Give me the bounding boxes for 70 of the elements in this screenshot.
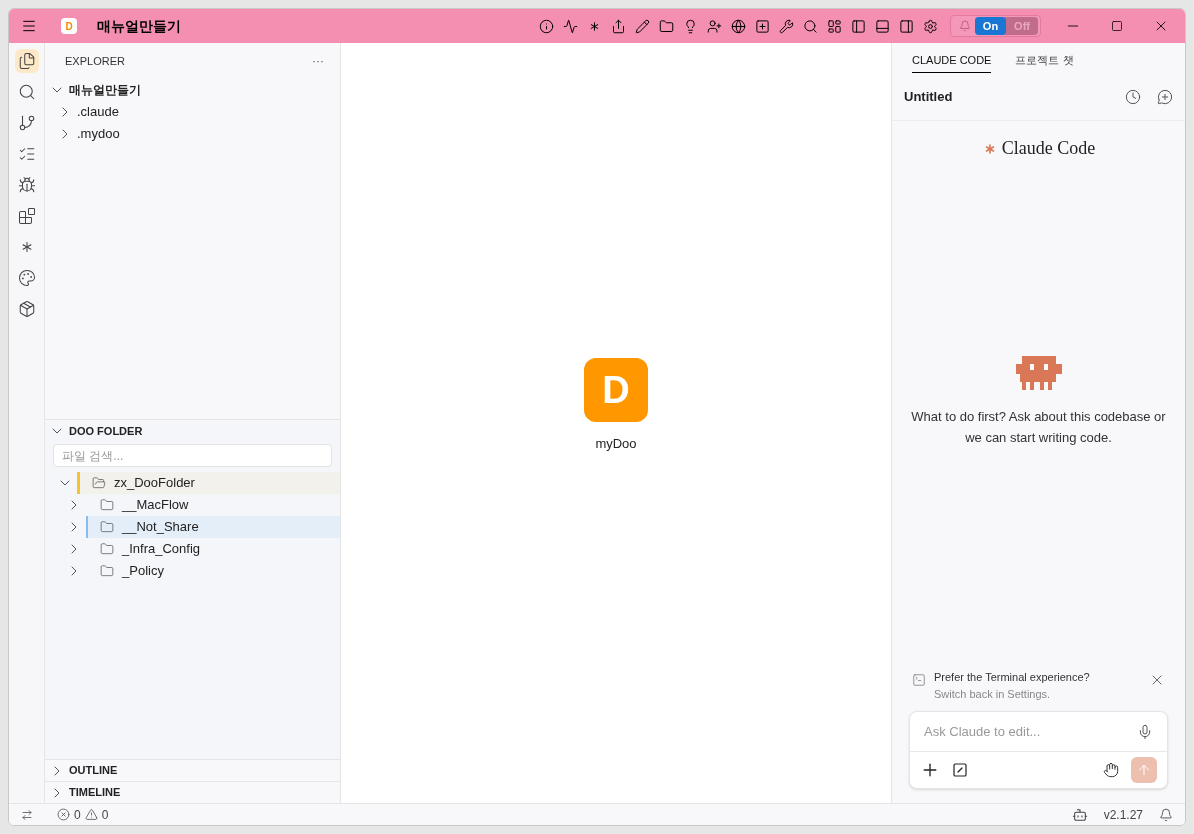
- activity-bar-item[interactable]: [14, 49, 39, 73]
- settings-link[interactable]: Switch back in Settings.: [934, 688, 1051, 700]
- tree-item[interactable]: 매뉴얼만들기: [45, 79, 340, 101]
- toggle-option[interactable]: On: [974, 17, 1007, 35]
- folder-icon: [100, 498, 114, 512]
- palette-icon: [17, 269, 36, 287]
- folder-icon: [100, 542, 114, 556]
- tree-item[interactable]: __MacFlow: [45, 494, 340, 516]
- warning-count[interactable]: 0: [101, 805, 109, 824]
- version-label[interactable]: v2.1.27: [1103, 805, 1143, 824]
- pencil-icon[interactable]: [634, 18, 650, 34]
- share-icon[interactable]: [610, 18, 626, 34]
- search-field[interactable]: 파일 검색...: [53, 444, 332, 467]
- debug-icon: [17, 176, 36, 194]
- more-actions[interactable]: ···: [312, 53, 324, 69]
- section-header[interactable]: DOO FOLDER: [45, 420, 340, 442]
- hand-icon[interactable]: [1103, 762, 1119, 778]
- terminal-icon: [912, 673, 926, 687]
- prompt-field[interactable]: Ask Claude to edit...: [924, 721, 1137, 742]
- folder-icon: [92, 476, 106, 490]
- new-chat-icon[interactable]: [1157, 88, 1173, 105]
- layout-icon[interactable]: [826, 18, 842, 34]
- folder-icon: [100, 520, 114, 534]
- microphone-icon[interactable]: [1137, 723, 1153, 740]
- error-count[interactable]: 0: [74, 805, 81, 824]
- error-icon[interactable]: [57, 808, 70, 821]
- app-name: myDoo: [595, 435, 637, 454]
- tree-item[interactable]: .claude: [45, 101, 340, 123]
- checklist-icon: [17, 145, 36, 163]
- slash-command-icon[interactable]: [952, 762, 968, 778]
- panel-tab[interactable]: 프로젝트 챗: [1015, 51, 1074, 73]
- settings-icon[interactable]: [922, 18, 938, 34]
- menu-icon[interactable]: [21, 18, 37, 34]
- brand-name: Claude Code: [1001, 137, 1096, 160]
- info-icon[interactable]: [538, 18, 554, 34]
- search-icon[interactable]: [802, 18, 818, 34]
- window-title: 매뉴얼만들기: [97, 17, 181, 36]
- panel-tab[interactable]: CLAUDE CODE: [912, 51, 992, 73]
- files-icon: [17, 52, 36, 70]
- app-logo: D: [584, 358, 648, 423]
- new-window-icon[interactable]: [754, 18, 770, 34]
- user-add-icon[interactable]: [706, 18, 722, 34]
- remote-icon[interactable]: [21, 808, 33, 821]
- wrench-icon[interactable]: [778, 18, 794, 34]
- warning-icon[interactable]: [84, 808, 98, 821]
- branch-icon: [17, 114, 36, 132]
- folder-icon: [100, 564, 114, 578]
- notifications-icon[interactable]: [1159, 807, 1173, 822]
- sidebar-title: EXPLORER: [65, 53, 125, 69]
- right-panel-icon[interactable]: [898, 18, 914, 34]
- folder-icon[interactable]: [658, 18, 674, 34]
- empty-state-message: What to do first? Ask about this codebase or we can start writing code.: [910, 407, 1167, 447]
- mascot-icon: [1015, 355, 1062, 390]
- extensions-icon: [17, 207, 36, 225]
- app-logo: D: [61, 18, 77, 34]
- tree-item[interactable]: .mydoo: [45, 123, 340, 145]
- section-header[interactable]: OUTLINE: [45, 759, 340, 781]
- pulse-icon[interactable]: [562, 18, 578, 34]
- notice-text: Prefer the Terminal experience? Switch back in Settings.: [934, 670, 1091, 702]
- bot-icon[interactable]: [1071, 806, 1088, 823]
- session-title: Untitled: [904, 87, 953, 106]
- tree-item[interactable]: _Infra_Config: [45, 538, 340, 560]
- maximize-icon[interactable]: [1111, 20, 1123, 32]
- history-icon[interactable]: [1125, 88, 1141, 105]
- globe-icon[interactable]: [730, 18, 746, 34]
- bottom-panel-icon[interactable]: [874, 18, 890, 34]
- left-panel-icon[interactable]: [850, 18, 866, 34]
- search-icon: [17, 83, 36, 101]
- package-icon: [17, 300, 36, 318]
- tree-item[interactable]: _Policy: [45, 560, 340, 582]
